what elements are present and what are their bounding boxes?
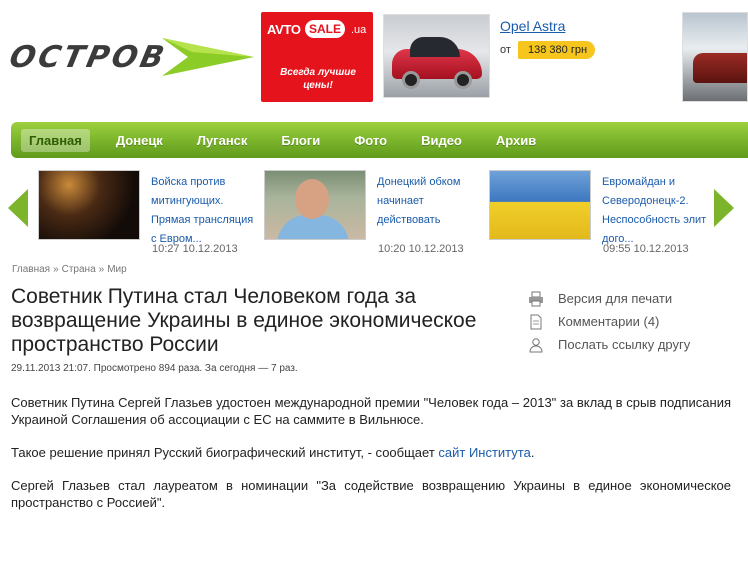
comments-link[interactable]: Комментарии (4) bbox=[528, 310, 690, 333]
nav-item-archive[interactable]: Архив bbox=[488, 129, 544, 152]
send-link-to-friend[interactable]: Послать ссылку другу bbox=[528, 333, 690, 356]
page-title: Советник Путина стал Человеком года за в… bbox=[11, 285, 477, 356]
news-title-link[interactable]: Евромайдан и Северодонецк-2. Неспособнос… bbox=[602, 173, 710, 249]
ad-slogan: Всегда лучшие цены! bbox=[280, 67, 356, 91]
news-title-link[interactable]: Донецкий обком начинает действовать bbox=[377, 173, 485, 230]
carousel-prev-icon[interactable] bbox=[8, 189, 30, 227]
breadcrumb-item-world[interactable]: Мир bbox=[107, 264, 126, 275]
news-card[interactable]: Евромайдан и Северодонецк-2. Неспособнос… bbox=[489, 170, 711, 260]
institute-site-link[interactable]: сайт Института bbox=[438, 445, 530, 460]
news-thumbnail[interactable] bbox=[38, 170, 140, 240]
article-paragraph: Такое решение принял Русский биографичес… bbox=[11, 444, 731, 461]
news-timestamp: 09:55 10.12.2013 bbox=[603, 243, 689, 255]
car2-body-shape bbox=[693, 53, 747, 83]
printer-icon bbox=[528, 291, 544, 307]
person-icon bbox=[528, 337, 544, 353]
news-card[interactable]: Войска против митингующих. Прямая трансл… bbox=[38, 170, 260, 260]
carousel-next-icon[interactable] bbox=[712, 189, 734, 227]
nav-item-video[interactable]: Видео bbox=[413, 129, 470, 152]
article-body: Советник Путина Сергей Глазьев удостоен … bbox=[11, 394, 731, 527]
breadcrumb-item-home[interactable]: Главная bbox=[12, 264, 50, 275]
article-paragraph: Советник Путина Сергей Глазьев удостоен … bbox=[11, 395, 731, 427]
news-thumbnail[interactable] bbox=[264, 170, 366, 240]
site-logo[interactable]: ОСТРОВ bbox=[6, 28, 254, 86]
paragraph-end: . bbox=[530, 445, 535, 460]
ad-sale-badge: SALE bbox=[305, 20, 346, 38]
article-tools: Версия для печати Комментарии (4) Послат… bbox=[528, 287, 690, 356]
main-nav: Главная Донецк Луганск Блоги Фото Видео … bbox=[11, 122, 748, 158]
news-title-link[interactable]: Войска против митингующих. Прямая трансл… bbox=[151, 173, 259, 249]
ad-brand: AVTO bbox=[267, 22, 301, 37]
car-roof-shape bbox=[410, 37, 460, 57]
car-ad-price-tag[interactable]: 138 380 грн bbox=[518, 41, 596, 59]
car-ad-image-2[interactable] bbox=[682, 12, 748, 102]
car-ad-image[interactable] bbox=[383, 14, 490, 98]
car-wheel-front bbox=[402, 71, 420, 89]
news-card[interactable]: Донецкий обком начинает действовать 10:2… bbox=[264, 170, 486, 260]
nav-item-donetsk[interactable]: Донецк bbox=[108, 129, 171, 152]
person-head-shape bbox=[295, 179, 329, 219]
comments-label: Комментарии (4) bbox=[558, 314, 660, 329]
document-icon bbox=[528, 314, 544, 330]
nav-item-home[interactable]: Главная bbox=[21, 128, 90, 152]
car-ad-price-prefix: от bbox=[500, 44, 511, 56]
ad-domain: .ua bbox=[351, 24, 367, 36]
news-timestamp: 10:20 10.12.2013 bbox=[378, 243, 464, 255]
nav-item-photo[interactable]: Фото bbox=[346, 129, 395, 152]
print-version-label: Версия для печати bbox=[558, 291, 673, 306]
article-paragraph: Сергей Глазьев стал лауреатом в номинаци… bbox=[11, 478, 731, 510]
print-version-link[interactable]: Версия для печати bbox=[528, 287, 690, 310]
news-timestamp: 10:27 10.12.2013 bbox=[152, 243, 238, 255]
logo-arrow-icon bbox=[162, 38, 254, 76]
nav-item-lugansk[interactable]: Луганск bbox=[189, 129, 256, 152]
breadcrumb: Главная» Страна» Мир bbox=[12, 264, 127, 275]
breadcrumb-item-country[interactable]: Страна bbox=[62, 264, 96, 275]
logo-text: ОСТРОВ bbox=[6, 40, 171, 75]
avtosale-ad-banner[interactable]: AVTO SALE .ua Всегда лучшие цены! bbox=[261, 12, 373, 102]
send-link-label: Послать ссылку другу bbox=[558, 337, 691, 352]
news-thumbnail[interactable] bbox=[489, 170, 591, 240]
paragraph-text: Такое решение принял Русский биографичес… bbox=[11, 445, 439, 460]
breadcrumb-separator: » bbox=[53, 264, 59, 275]
car-wheel-rear bbox=[454, 71, 472, 89]
nav-item-blogs[interactable]: Блоги bbox=[273, 129, 328, 152]
car-ad-title-link[interactable]: Opel Astra bbox=[500, 18, 565, 34]
article-meta: 29.11.2013 21:07. Просмотрено 894 раза. … bbox=[11, 363, 298, 374]
breadcrumb-separator: » bbox=[98, 264, 105, 275]
